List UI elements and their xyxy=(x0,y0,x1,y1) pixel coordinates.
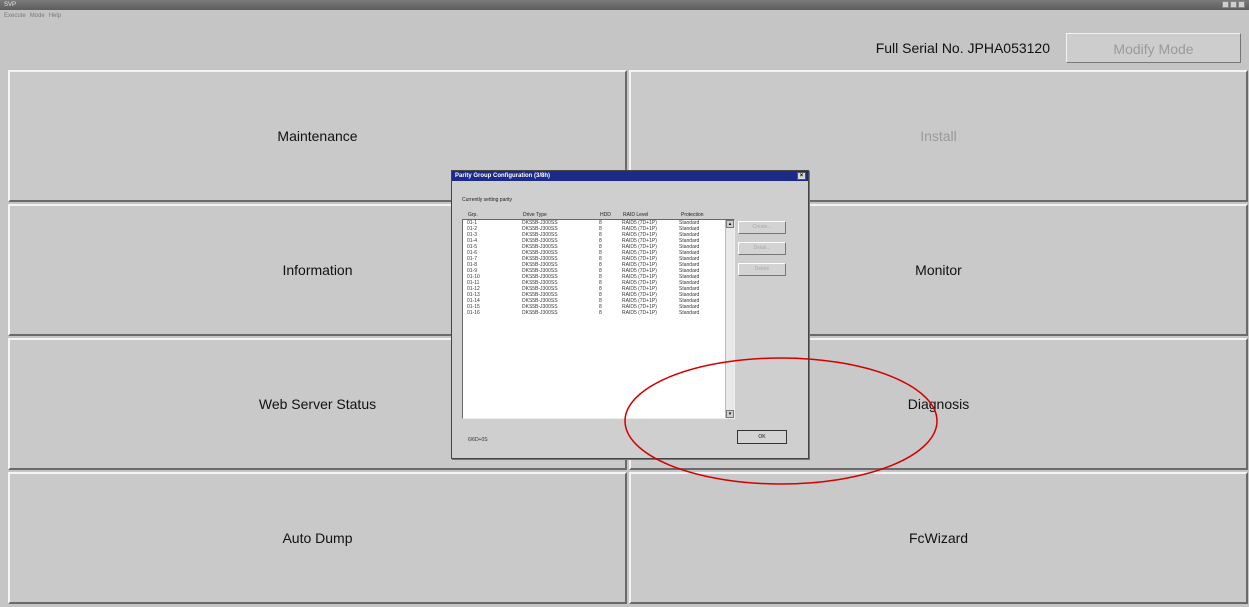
window-title-bar: SVP xyxy=(0,0,1249,10)
menu-mode[interactable]: Mode xyxy=(30,10,45,24)
delete-button[interactable]: Delete xyxy=(738,263,786,276)
window-controls xyxy=(1222,1,1245,8)
close-icon[interactable] xyxy=(1238,1,1245,8)
dialog-close-icon[interactable]: × xyxy=(797,172,806,180)
list-item[interactable]: 01-16 DKS5B-J300SS 8 RAID5 (7D+1P) Standard xyxy=(463,310,734,316)
auto-dump-button[interactable]: Auto Dump xyxy=(8,472,627,604)
column-header-group: Grp. xyxy=(468,212,478,218)
list-cell: 01-16 xyxy=(467,310,480,316)
dialog-status-text: 6/6D+0S xyxy=(468,437,488,443)
list-cell: RAID5 (7D+1P) xyxy=(622,310,657,316)
ok-button[interactable]: OK xyxy=(737,430,787,444)
list-scrollbar[interactable]: ▴ ▾ xyxy=(725,220,734,418)
modify-mode-button[interactable]: Modify Mode xyxy=(1066,33,1241,63)
create-button[interactable]: Create... xyxy=(738,221,786,234)
maximize-icon[interactable] xyxy=(1230,1,1237,8)
menu-execute[interactable]: Execute xyxy=(4,10,26,24)
menu-help[interactable]: Help xyxy=(49,10,61,24)
column-header-hdd: HDD xyxy=(600,212,611,218)
parity-group-dialog: Parity Group Configuration (3/8h) × Curr… xyxy=(451,170,809,459)
scroll-down-icon[interactable]: ▾ xyxy=(726,410,734,418)
column-header-protection: Protection xyxy=(681,212,704,218)
detail-button[interactable]: Detail... xyxy=(738,242,786,255)
column-header-drive-type: Drive Type xyxy=(523,212,547,218)
dialog-title-bar: Parity Group Configuration (3/8h) × xyxy=(452,171,808,181)
fcwizard-button[interactable]: FcWizard xyxy=(629,472,1248,604)
column-header-raid-level: RAID Level xyxy=(623,212,649,218)
list-cell: Standard xyxy=(679,310,700,316)
window-title: SVP xyxy=(4,2,17,8)
minimize-icon[interactable] xyxy=(1222,1,1229,8)
list-cell: DKS5B-J300SS xyxy=(522,310,558,316)
list-cell: 8 xyxy=(599,310,602,316)
scroll-up-icon[interactable]: ▴ xyxy=(726,220,734,228)
parity-group-list[interactable]: 01-1 DKS5B-J300SS 8 RAID5 (7D+1P) Standard 01… xyxy=(462,219,735,419)
menu-bar: Execute Mode Help xyxy=(0,10,404,24)
full-serial-number: Full Serial No. JPHA053120 xyxy=(875,40,1050,56)
dialog-subtitle: Currently setting parity xyxy=(462,197,513,203)
dialog-title: Parity Group Configuration (3/8h) xyxy=(455,173,551,179)
